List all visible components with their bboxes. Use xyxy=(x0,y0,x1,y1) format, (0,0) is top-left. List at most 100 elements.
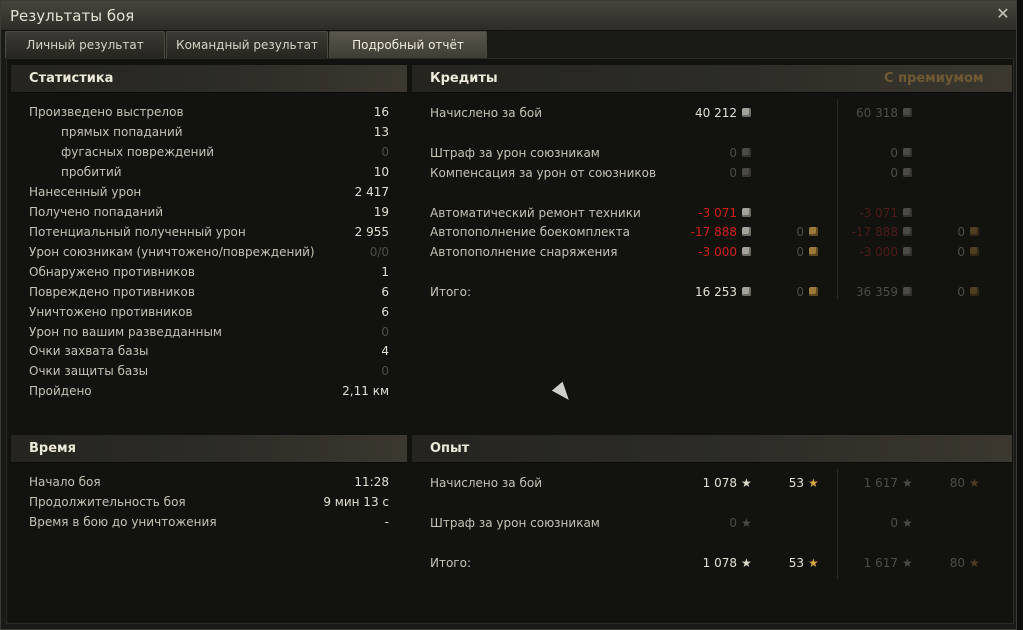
stat-value: 1 xyxy=(381,265,389,279)
gold-icon xyxy=(809,287,818,296)
credits-icon xyxy=(903,227,912,236)
stat-label: прямых попаданий xyxy=(61,125,183,139)
stat-value: 2,11 км xyxy=(342,384,389,398)
gold-icon xyxy=(970,227,979,236)
free-experience-star-icon: ★ xyxy=(808,476,819,490)
tab-team-result[interactable]: Командный результат xyxy=(166,31,328,58)
stat-value: 0/0 xyxy=(369,245,389,259)
free-experience-value: 53 xyxy=(788,476,804,490)
credit-premium-value: 60 318 xyxy=(856,106,898,120)
time-header: Время xyxy=(11,435,407,463)
experience-row: Начислено за бой 1 078 ★ 53 ★ 1 617 ★ 80 ★ xyxy=(430,474,990,492)
free-experience-value: 53 xyxy=(788,556,804,570)
stat-row: Уничтожено противников 6 xyxy=(29,303,389,321)
credit-row: Компенсация за урон от союзников 0 0 xyxy=(430,164,990,182)
stat-label: Пройдено xyxy=(29,384,92,398)
free-experience-premium-value: 80 xyxy=(949,476,965,490)
credit-label: Компенсация за урон от союзников xyxy=(430,166,657,180)
stat-value: 2 417 xyxy=(354,185,389,199)
title-bar: Результаты боя ✕ xyxy=(1,1,1016,31)
stat-label: Урон по вашим разведданным xyxy=(29,325,222,339)
stat-label: Уничтожено противников xyxy=(29,305,193,319)
credit-label: Автопополнение боекомплекта xyxy=(430,225,630,239)
gold-icon xyxy=(970,247,979,256)
stat-row: Очки защиты базы 0 xyxy=(29,362,389,380)
tab-personal-result[interactable]: Личный результат xyxy=(5,31,165,58)
stat-label: Очки защиты базы xyxy=(29,364,149,378)
credit-row: Штраф за урон союзникам 0 0 xyxy=(430,144,990,162)
time-label: Продолжительность боя xyxy=(29,495,186,509)
credit-base-value: 40 212 xyxy=(695,106,737,120)
stat-row: Пройдено 2,11 км xyxy=(29,382,389,400)
credits-icon xyxy=(903,168,912,177)
experience-label: Штраф за урон союзникам xyxy=(430,516,600,530)
gold-icon xyxy=(970,287,979,296)
premium-divider xyxy=(837,99,838,299)
time-row: Продолжительность боя 9 мин 13 с xyxy=(29,493,389,511)
credit-base-value: 0 xyxy=(729,146,737,160)
credits-icon xyxy=(903,208,912,217)
credits-icon xyxy=(742,287,751,296)
experience-row: Итого: 1 078 ★ 53 ★ 1 617 ★ 80 ★ xyxy=(430,554,990,572)
statistics-title: Статистика xyxy=(29,71,114,86)
stat-row: Потенциальный полученный урон 2 955 xyxy=(29,223,389,241)
stat-row: Нанесенный урон 2 417 xyxy=(29,183,389,201)
stat-row: Очки захвата базы 4 xyxy=(29,342,389,360)
stat-label: Очки захвата базы xyxy=(29,344,149,358)
credit-base-value: -3 000 xyxy=(698,245,737,259)
experience-base-value: 1 078 xyxy=(702,556,737,570)
stat-value: 0 xyxy=(381,364,389,378)
stat-label: Обнаружено противников xyxy=(29,265,195,279)
window-title: Результаты боя xyxy=(10,7,135,25)
free-experience-star-icon: ★ xyxy=(969,556,980,570)
stat-row: прямых попаданий 13 xyxy=(29,123,389,141)
credits-icon xyxy=(742,227,751,236)
stat-label: пробитий xyxy=(61,165,122,179)
time-title: Время xyxy=(29,441,77,456)
statistics-header: Статистика xyxy=(11,65,407,93)
experience-premium-value: 1 617 xyxy=(863,556,898,570)
experience-star-icon: ★ xyxy=(902,476,913,490)
free-experience-star-icon: ★ xyxy=(808,556,819,570)
experience-header: Опыт xyxy=(412,435,1012,463)
tab-bar: Личный результат Командный результат Под… xyxy=(5,31,1016,58)
credit-label: Итого: xyxy=(430,285,471,299)
stat-label: Повреждено противников xyxy=(29,285,195,299)
time-label: Время в бою до уничтожения xyxy=(29,515,217,529)
stat-label: Произведено выстрелов xyxy=(29,105,184,119)
stat-row: Повреждено противников 6 xyxy=(29,283,389,301)
time-value: - xyxy=(384,515,389,529)
stat-value: 16 xyxy=(373,105,389,119)
credits-icon xyxy=(742,148,751,157)
stat-label: фугасных повреждений xyxy=(61,145,215,159)
stat-row: Урон по вашим разведданным 0 xyxy=(29,323,389,341)
experience-star-icon: ★ xyxy=(741,516,752,530)
credit-premium-value: 36 359 xyxy=(856,285,898,299)
credit-base-value: 16 253 xyxy=(695,285,737,299)
stat-label: Нанесенный урон xyxy=(29,185,142,199)
detailed-report-content: Статистика Произведено выстрелов 16 прямых… xyxy=(6,58,1014,624)
credit-row: Итого: 16 253 0 36 359 0 xyxy=(430,283,990,301)
gold-base-value: 0 xyxy=(796,245,804,259)
credits-icon xyxy=(903,108,912,117)
gold-premium-value: 0 xyxy=(957,225,965,239)
close-icon[interactable]: ✕ xyxy=(994,5,1012,23)
credits-icon xyxy=(742,108,751,117)
stat-row: Произведено выстрелов 16 xyxy=(29,103,389,121)
gold-base-value: 0 xyxy=(796,285,804,299)
gold-icon xyxy=(809,227,818,236)
credits-icon xyxy=(903,247,912,256)
credit-premium-value: 0 xyxy=(890,146,898,160)
stat-value: 0 xyxy=(381,145,389,159)
gold-premium-value: 0 xyxy=(957,245,965,259)
tab-detailed-report[interactable]: Подробный отчёт xyxy=(329,31,487,58)
credits-icon xyxy=(742,208,751,217)
stat-value: 2 955 xyxy=(354,225,389,239)
gold-icon xyxy=(809,247,818,256)
credit-premium-value: -17 888 xyxy=(851,225,898,239)
credits-icon xyxy=(742,168,751,177)
credit-row: Автоматический ремонт техники -3 071 -3 07… xyxy=(430,204,990,222)
battle-results-window: Результаты боя ✕ Личный результат Команд… xyxy=(0,0,1017,630)
experience-title: Опыт xyxy=(430,441,470,456)
credit-premium-value: 0 xyxy=(890,166,898,180)
